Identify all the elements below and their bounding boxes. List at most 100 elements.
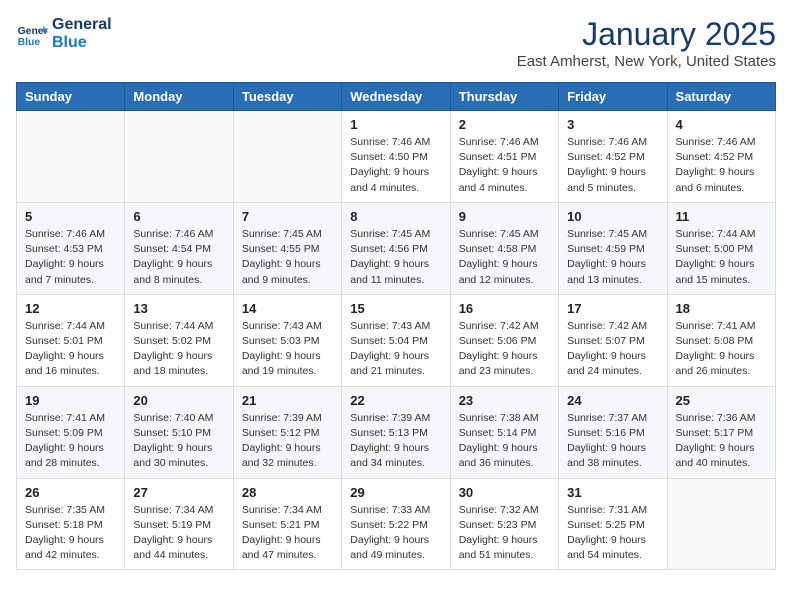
calendar-cell: 5 Sunrise: 7:46 AM Sunset: 4:53 PM Daylig… [17,202,125,294]
weekday-header: Thursday [450,83,558,111]
day-info: Sunrise: 7:45 AM Sunset: 4:58 PM Dayligh… [459,227,550,288]
day-info: Sunrise: 7:46 AM Sunset: 4:51 PM Dayligh… [459,135,550,196]
location: East Amherst, New York, United States [517,53,776,70]
calendar-cell: 8Sunrise: 7:45 AM Sunset: 4:56 PM Daylig… [342,202,450,294]
day-number: 20 [133,393,224,408]
day-number: 30 [459,485,550,500]
calendar-cell: 13 Sunrise: 7:44 AM Sunset: 5:02 PM Dayli… [125,294,233,386]
day-number: 24 [567,393,658,408]
day-info: Sunrise: 7:46 AM Sunset: 4:54 PM Dayligh… [133,227,224,288]
calendar-cell: 18 Sunrise: 7:41 AM Sunset: 5:08 PM Dayli… [667,294,775,386]
day-number: 27 [133,485,224,500]
calendar-cell: 20 Sunrise: 7:40 AM Sunset: 5:10 PM Dayli… [125,386,233,478]
calendar-week-row: 19Sunrise: 7:41 AM Sunset: 5:09 PM Dayli… [17,386,776,478]
day-number: 7 [242,209,333,224]
day-number: 10 [567,209,658,224]
day-info: Sunrise: 7:38 AM Sunset: 5:14 PM Dayligh… [459,411,550,472]
day-info: Sunrise: 7:34 AM Sunset: 5:21 PM Dayligh… [242,503,333,564]
day-info: Sunrise: 7:43 AM Sunset: 5:04 PM Dayligh… [350,319,441,380]
page-header: General Blue General Blue January 2025 E… [16,16,776,70]
calendar-cell: 7 Sunrise: 7:45 AM Sunset: 4:55 PM Daylig… [233,202,341,294]
calendar-cell: 11 Sunrise: 7:44 AM Sunset: 5:00 PM Dayli… [667,202,775,294]
weekday-header: Monday [125,83,233,111]
calendar-cell: 4Sunrise: 7:46 AM Sunset: 4:52 PM Daylig… [667,111,775,203]
day-number: 25 [676,393,767,408]
day-info: Sunrise: 7:43 AM Sunset: 5:03 PM Dayligh… [242,319,333,380]
calendar-cell: 31 Sunrise: 7:31 AM Sunset: 5:25 PM Dayli… [559,478,667,570]
day-number: 11 [676,209,767,224]
day-number: 28 [242,485,333,500]
day-info: Sunrise: 7:31 AM Sunset: 5:25 PM Dayligh… [567,503,658,564]
calendar-cell: 25 Sunrise: 7:36 AM Sunset: 5:17 PM Dayli… [667,386,775,478]
calendar-cell: 3Sunrise: 7:46 AM Sunset: 4:52 PM Daylig… [559,111,667,203]
calendar-cell: 26Sunrise: 7:35 AM Sunset: 5:18 PM Dayli… [17,478,125,570]
calendar-header: SundayMondayTuesdayWednesdayThursdayFrid… [17,83,776,111]
calendar-cell [233,111,341,203]
calendar-table: SundayMondayTuesdayWednesdayThursdayFrid… [16,82,776,570]
day-number: 6 [133,209,224,224]
calendar-body: 1Sunrise: 7:46 AM Sunset: 4:50 PM Daylig… [17,111,776,570]
day-number: 29 [350,485,441,500]
calendar-cell [125,111,233,203]
day-info: Sunrise: 7:40 AM Sunset: 5:10 PM Dayligh… [133,411,224,472]
day-info: Sunrise: 7:41 AM Sunset: 5:08 PM Dayligh… [676,319,767,380]
day-number: 12 [25,301,116,316]
calendar-week-row: 26Sunrise: 7:35 AM Sunset: 5:18 PM Dayli… [17,478,776,570]
calendar-cell: 24 Sunrise: 7:37 AM Sunset: 5:16 PM Dayli… [559,386,667,478]
day-number: 16 [459,301,550,316]
day-info: Sunrise: 7:39 AM Sunset: 5:13 PM Dayligh… [350,411,441,472]
weekday-header: Friday [559,83,667,111]
day-info: Sunrise: 7:44 AM Sunset: 5:00 PM Dayligh… [676,227,767,288]
weekday-header-row: SundayMondayTuesdayWednesdayThursdayFrid… [17,83,776,111]
day-info: Sunrise: 7:45 AM Sunset: 4:59 PM Dayligh… [567,227,658,288]
day-info: Sunrise: 7:44 AM Sunset: 5:02 PM Dayligh… [133,319,224,380]
calendar-cell [17,111,125,203]
calendar-cell: 21 Sunrise: 7:39 AM Sunset: 5:12 PM Dayli… [233,386,341,478]
calendar-cell: 23Sunrise: 7:38 AM Sunset: 5:14 PM Dayli… [450,386,558,478]
calendar-cell: 29 Sunrise: 7:33 AM Sunset: 5:22 PM Dayli… [342,478,450,570]
day-number: 17 [567,301,658,316]
calendar-cell [667,478,775,570]
day-info: Sunrise: 7:42 AM Sunset: 5:06 PM Dayligh… [459,319,550,380]
calendar-cell: 17 Sunrise: 7:42 AM Sunset: 5:07 PM Dayli… [559,294,667,386]
day-number: 8 [350,209,441,224]
day-number: 5 [25,209,116,224]
day-info: Sunrise: 7:32 AM Sunset: 5:23 PM Dayligh… [459,503,550,564]
calendar-cell: 10 Sunrise: 7:45 AM Sunset: 4:59 PM Dayli… [559,202,667,294]
logo-blue: Blue [52,34,112,52]
day-info: Sunrise: 7:46 AM Sunset: 4:53 PM Dayligh… [25,227,116,288]
month-title: January 2025 [517,16,776,53]
day-info: Sunrise: 7:33 AM Sunset: 5:22 PM Dayligh… [350,503,441,564]
day-info: Sunrise: 7:37 AM Sunset: 5:16 PM Dayligh… [567,411,658,472]
day-number: 26 [25,485,116,500]
day-info: Sunrise: 7:36 AM Sunset: 5:17 PM Dayligh… [676,411,767,472]
calendar-cell: 2 Sunrise: 7:46 AM Sunset: 4:51 PM Daylig… [450,111,558,203]
calendar-cell: 28 Sunrise: 7:34 AM Sunset: 5:21 PM Dayli… [233,478,341,570]
day-number: 22 [350,393,441,408]
weekday-header: Saturday [667,83,775,111]
calendar-cell: 15 Sunrise: 7:43 AM Sunset: 5:04 PM Dayli… [342,294,450,386]
calendar-cell: 6 Sunrise: 7:46 AM Sunset: 4:54 PM Daylig… [125,202,233,294]
weekday-header: Tuesday [233,83,341,111]
day-number: 31 [567,485,658,500]
day-number: 21 [242,393,333,408]
day-info: Sunrise: 7:42 AM Sunset: 5:07 PM Dayligh… [567,319,658,380]
day-info: Sunrise: 7:44 AM Sunset: 5:01 PM Dayligh… [25,319,116,380]
day-info: Sunrise: 7:45 AM Sunset: 4:55 PM Dayligh… [242,227,333,288]
title-block: January 2025 East Amherst, New York, Uni… [517,16,776,70]
day-number: 15 [350,301,441,316]
logo: General Blue General Blue [16,16,112,51]
calendar-cell: 9Sunrise: 7:45 AM Sunset: 4:58 PM Daylig… [450,202,558,294]
day-number: 2 [459,117,550,132]
day-number: 1 [350,117,441,132]
calendar-cell: 1Sunrise: 7:46 AM Sunset: 4:50 PM Daylig… [342,111,450,203]
calendar-cell: 19Sunrise: 7:41 AM Sunset: 5:09 PM Dayli… [17,386,125,478]
weekday-header: Wednesday [342,83,450,111]
day-number: 13 [133,301,224,316]
day-number: 3 [567,117,658,132]
calendar-week-row: 1Sunrise: 7:46 AM Sunset: 4:50 PM Daylig… [17,111,776,203]
day-number: 19 [25,393,116,408]
day-number: 4 [676,117,767,132]
day-number: 18 [676,301,767,316]
day-info: Sunrise: 7:39 AM Sunset: 5:12 PM Dayligh… [242,411,333,472]
